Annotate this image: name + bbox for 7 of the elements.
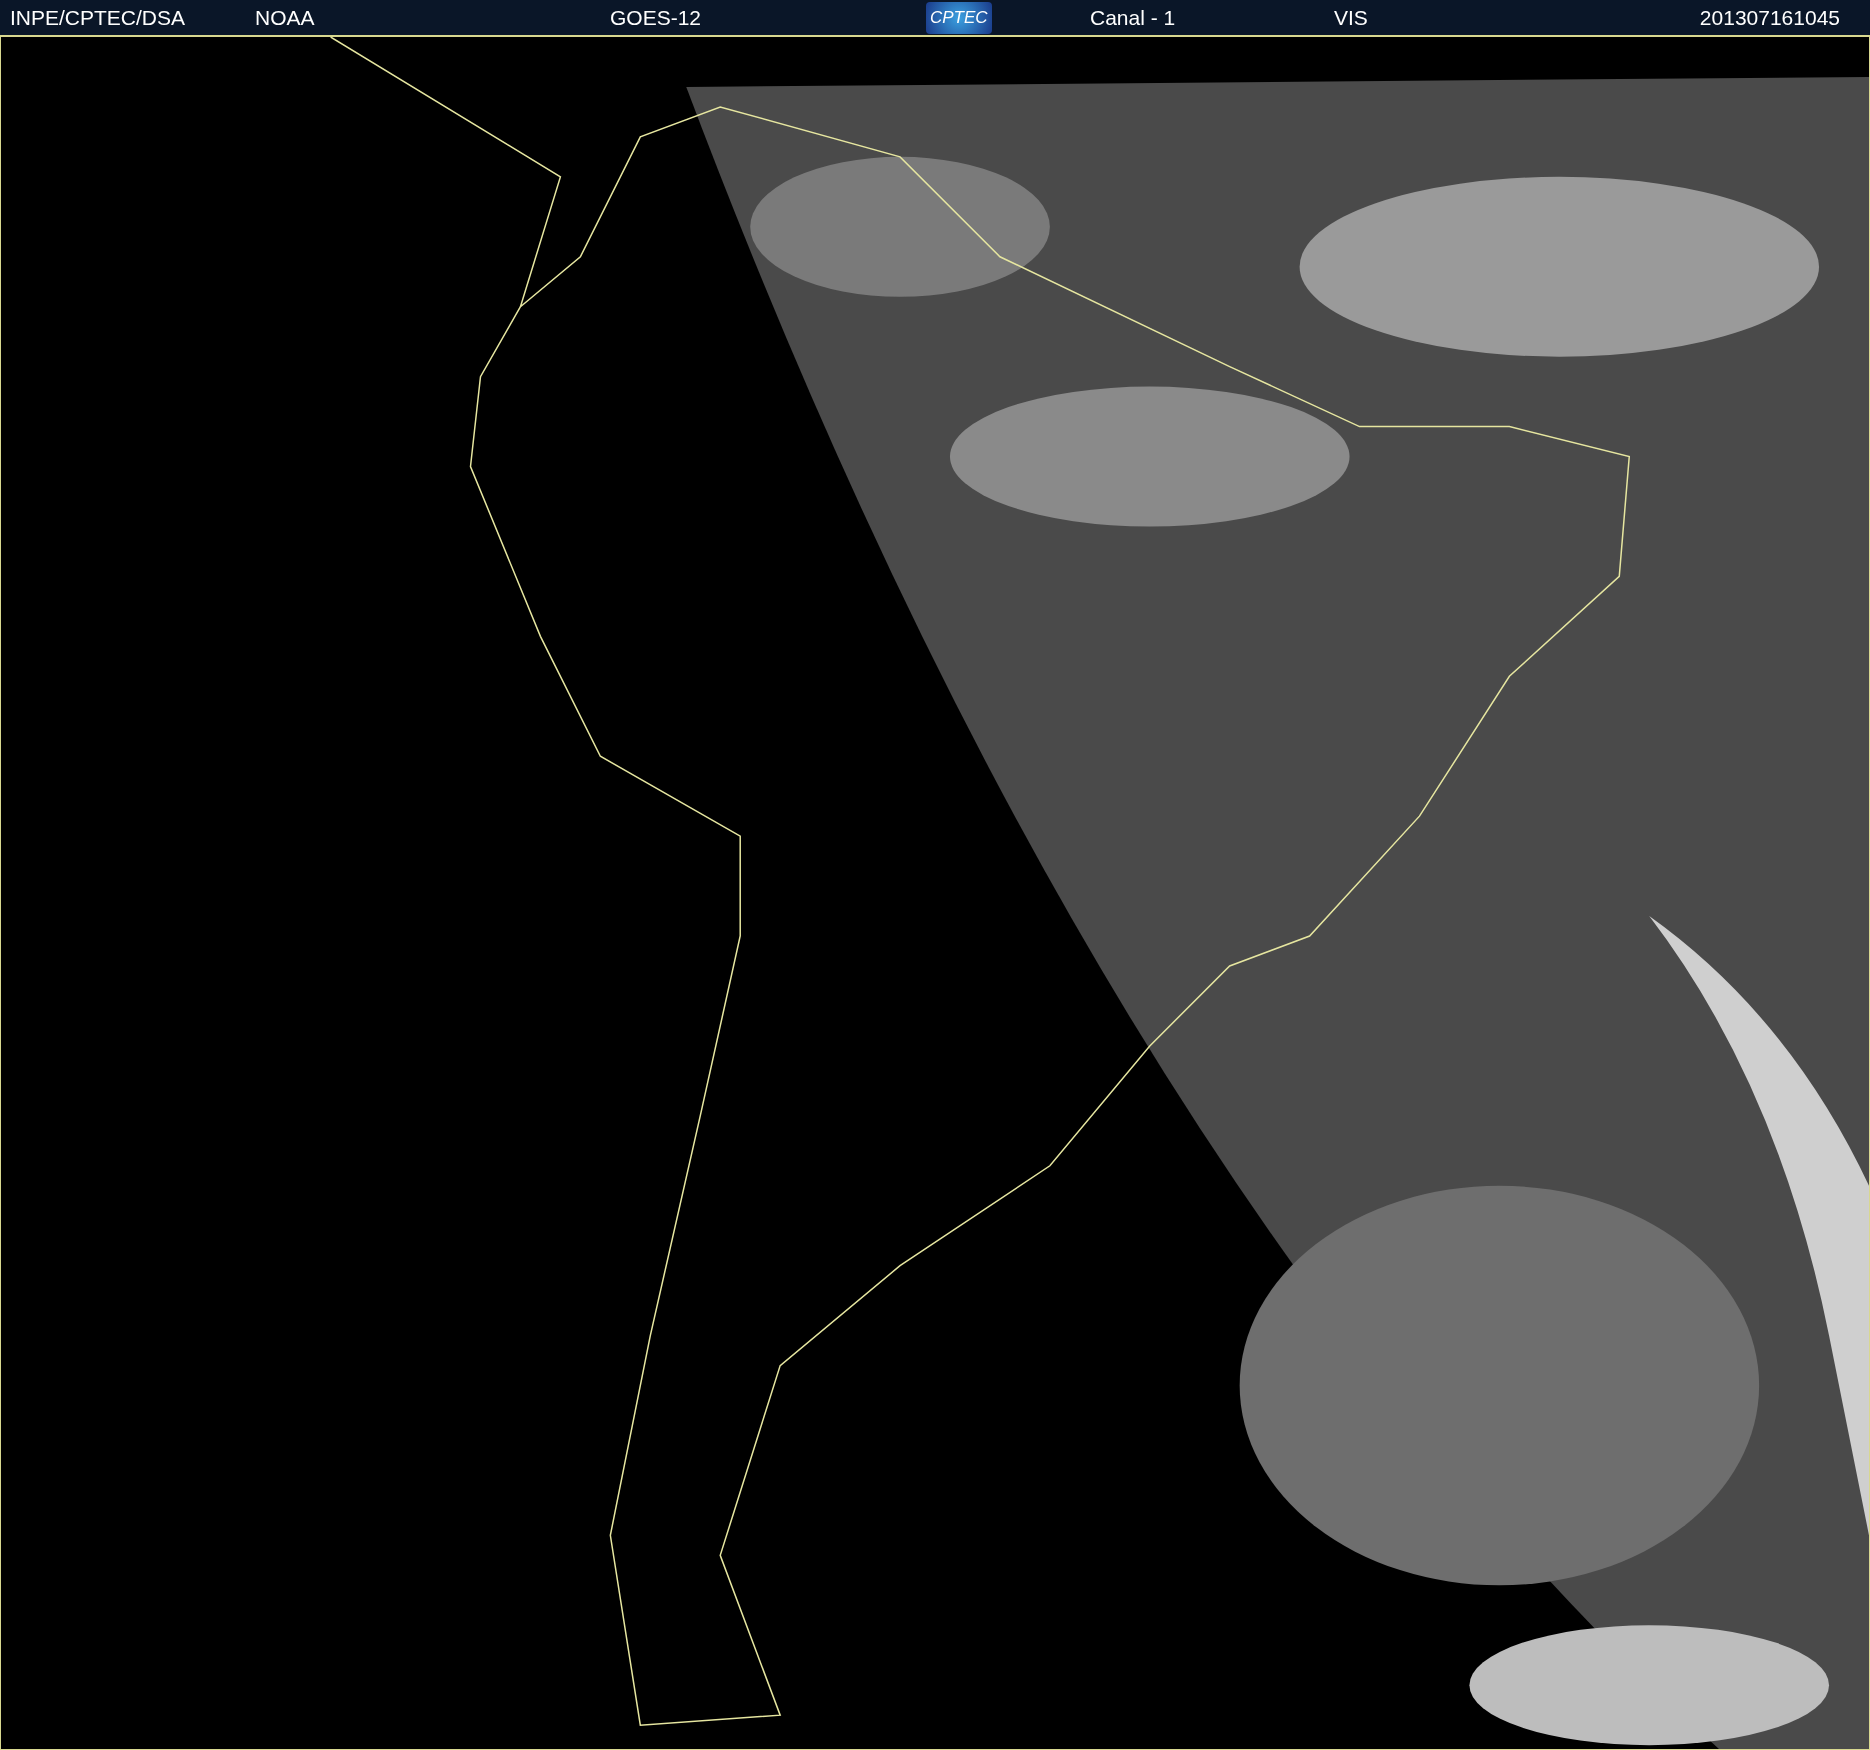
header-label: VIS — [1334, 5, 1368, 29]
header-label: Canal - 1 — [1090, 5, 1176, 29]
header-label: INPE/CPTEC/DSA — [10, 5, 186, 29]
header-label: GOES-12 — [610, 5, 702, 29]
agency-logo: CPTEC — [926, 1, 992, 34]
header-label: 201307161045 — [1699, 5, 1840, 29]
header-label: NOAA — [255, 5, 315, 29]
